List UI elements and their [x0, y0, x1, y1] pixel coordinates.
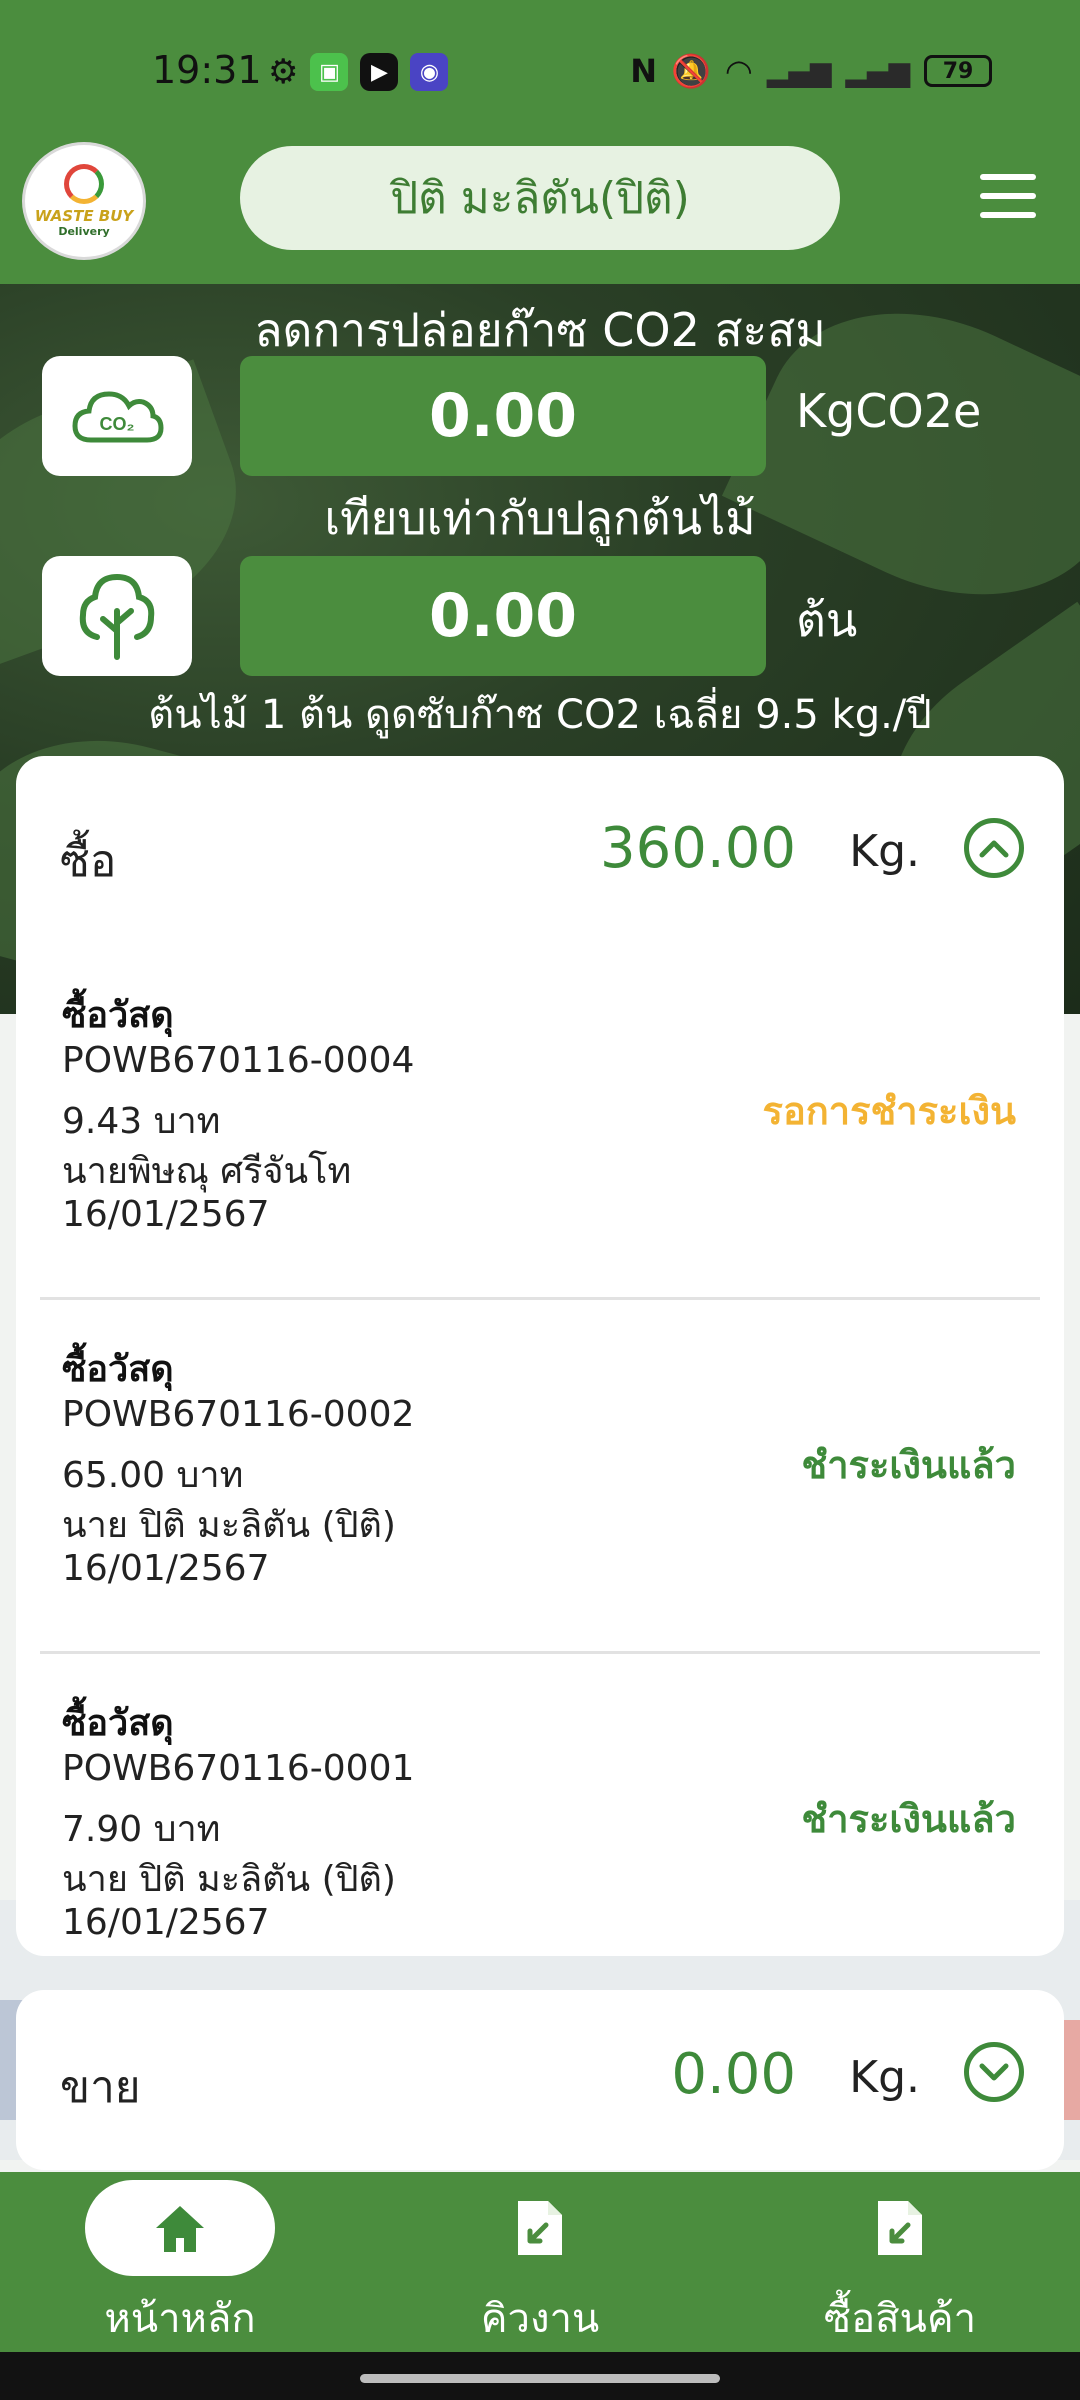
item-name: นาย ปิติ มะลิตัน (ปิติ): [62, 1505, 396, 1546]
item-title: ซื้อวัสดุ: [62, 1349, 174, 1390]
app-header: WASTE BUY Delivery ปิติ มะลิตัน(ปิติ): [0, 142, 1080, 284]
signal-icon: ▂▄▆: [766, 54, 832, 88]
item-price: 7.90 บาท: [62, 1809, 221, 1850]
item-code: POWB670116-0002: [62, 1394, 415, 1435]
settings-icon: ⚙: [268, 52, 299, 92]
buy-card-header[interactable]: ซื้อ 360.00 Kg.: [16, 756, 1064, 946]
nav-queue[interactable]: คิวงาน: [360, 2172, 720, 2352]
tree-value: 0.00: [240, 556, 766, 676]
status-time: 19:31: [152, 48, 262, 92]
buy-label: ซื้อ: [60, 836, 117, 887]
bottom-navigation: หน้าหลัก คิวงาน ซื้อสินค้า: [0, 2172, 1080, 2352]
sell-unit: Kg.: [849, 2052, 920, 2103]
co2-value: 0.00: [240, 356, 766, 476]
game-icon: ◉: [410, 53, 449, 91]
chevron-down-icon[interactable]: [964, 2042, 1024, 2102]
buy-unit: Kg.: [849, 826, 920, 877]
status-icons-left: ⚙ ▣ ▶ ◉: [268, 52, 449, 92]
tree-unit: ต้น: [796, 593, 858, 647]
sell-label: ขาย: [60, 2062, 141, 2113]
user-name-pill[interactable]: ปิติ มะลิตัน(ปิติ): [240, 146, 840, 250]
item-title: ซื้อวัสดุ: [62, 995, 174, 1036]
queue-file-icon: [445, 2180, 635, 2276]
status-bar: 19:31 ⚙ ▣ ▶ ◉ N 🔕 ◠ ▂▄▆ ▂▄▆ 79: [0, 0, 1080, 142]
home-indicator[interactable]: [360, 2374, 720, 2383]
svg-text:CO₂: CO₂: [100, 414, 135, 434]
battery-icon: 79: [924, 55, 992, 87]
nav-buy-product-label: ซื้อสินค้า: [823, 2296, 977, 2342]
buy-file-icon: [805, 2180, 995, 2276]
tree-absorption-note: ต้นไม้ 1 ต้น ดูดซับก๊าซ CO2 เฉลี่ย 9.5 k…: [148, 692, 932, 738]
home-icon: [85, 2180, 275, 2276]
item-price: 9.43 บาท: [62, 1101, 221, 1142]
nav-buy-product[interactable]: ซื้อสินค้า: [720, 2172, 1080, 2352]
sell-card[interactable]: ขาย 0.00 Kg.: [16, 1990, 1064, 2170]
item-name: นายพิษณุ ศรีจันโท: [62, 1151, 352, 1192]
item-price: 65.00 บาท: [62, 1455, 244, 1496]
sell-amount: 0.00: [671, 2042, 796, 2107]
gesture-bar: [0, 2352, 1080, 2400]
item-code: POWB670116-0001: [62, 1748, 415, 1789]
co2-cloud-icon: CO₂: [42, 356, 192, 476]
item-date: 16/01/2567: [62, 1548, 270, 1589]
status-badge: รอการชำระเงิน: [762, 1089, 1016, 1133]
item-name: นาย ปิติ มะลิตัน (ปิติ): [62, 1859, 396, 1900]
buy-amount: 360.00: [600, 816, 796, 881]
mute-icon: 🔕: [671, 52, 711, 90]
youtube-icon: ▶: [360, 53, 399, 91]
item-code: POWB670116-0004: [62, 1040, 415, 1081]
item-date: 16/01/2567: [62, 1194, 270, 1235]
app-logo[interactable]: WASTE BUY Delivery: [22, 142, 146, 260]
tree-icon: [42, 556, 192, 676]
logo-text: WASTE BUY: [34, 207, 134, 225]
nfc-icon: N: [630, 52, 658, 90]
nav-queue-label: คิวงาน: [480, 2296, 600, 2342]
signal-icon-2: ▂▄▆: [845, 54, 910, 88]
nav-home[interactable]: หน้าหลัก: [0, 2172, 360, 2352]
nav-home-label: หน้าหลัก: [104, 2296, 256, 2342]
recycle-icon: [64, 164, 104, 204]
list-item[interactable]: ซื้อวัสดุ POWB670116-0001 7.90 บาท นาย ป…: [40, 1654, 1040, 1956]
status-badge: ชำระเงินแล้ว: [801, 1797, 1016, 1841]
co2-unit: KgCO2e: [796, 384, 982, 438]
logo-subtext: Delivery: [58, 225, 110, 238]
list-item[interactable]: ซื้อวัสดุ POWB670116-0004 9.43 บาท นายพิ…: [40, 946, 1040, 1300]
item-title: ซื้อวัสดุ: [62, 1703, 174, 1744]
hamburger-menu-icon[interactable]: [980, 174, 1036, 218]
item-date: 16/01/2567: [62, 1902, 270, 1943]
list-item[interactable]: ซื้อวัสดุ POWB670116-0002 65.00 บาท นาย …: [40, 1300, 1040, 1654]
status-badge: ชำระเงินแล้ว: [801, 1443, 1016, 1487]
status-icons-right: N 🔕 ◠ ▂▄▆ ▂▄▆ 79: [630, 52, 992, 90]
app-notification-icon: ▣: [310, 53, 349, 91]
wifi-icon: ◠: [724, 52, 753, 90]
tree-title: เทียบเท่ากับปลูกต้นไม้: [324, 491, 756, 545]
buy-card: ซื้อ 360.00 Kg. ซื้อวัสดุ POWB670116-000…: [16, 756, 1064, 1956]
chevron-up-icon[interactable]: [964, 818, 1024, 878]
